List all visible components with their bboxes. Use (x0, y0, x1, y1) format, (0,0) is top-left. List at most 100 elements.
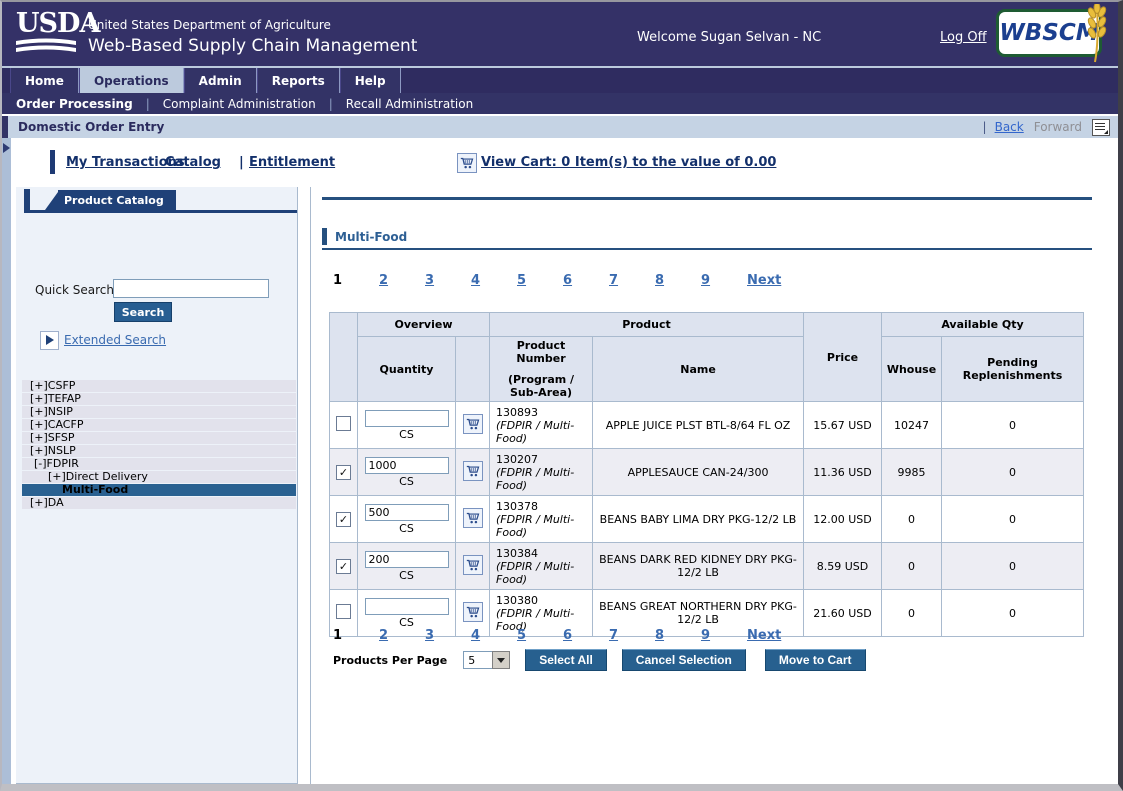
page-link-4[interactable]: 4 (471, 628, 481, 643)
product-price: 15.67 USD (804, 402, 882, 449)
product-program: (FDPIR / Multi-Food) (496, 513, 590, 539)
tree-item-tefap[interactable]: [+]TEFAP (22, 393, 296, 405)
page-link-2[interactable]: 2 (379, 628, 389, 643)
subnav-separator: | (146, 97, 150, 111)
tab-reports[interactable]: Reports (257, 68, 340, 93)
tab-operations[interactable]: Operations (79, 68, 184, 93)
add-to-cart-icon[interactable] (463, 414, 483, 434)
dropdown-arrow-icon[interactable] (492, 651, 510, 669)
panel-collapse-strip[interactable] (2, 138, 11, 784)
tree-item-multi-food[interactable]: Multi-Food (22, 484, 296, 496)
page-next-link[interactable]: Next (747, 628, 781, 643)
forward-link-disabled: Forward (1034, 120, 1082, 134)
page-title: Domestic Order Entry (18, 120, 164, 134)
product-price: 21.60 USD (804, 590, 882, 637)
select-column-header (330, 313, 358, 402)
unit-label: CS (360, 428, 453, 441)
search-button[interactable]: Search (114, 302, 172, 322)
quick-search-input[interactable] (113, 279, 269, 298)
select-all-button[interactable]: Select All (525, 649, 607, 671)
page-link-4[interactable]: 4 (471, 273, 481, 288)
catalog-tree: [+]CSFP[+]TEFAP[+]NSIP[+]CACFP[+]SFSP[+]… (22, 380, 296, 510)
subnav-complaint-administration[interactable]: Complaint Administration (163, 97, 316, 111)
whouse-qty: 0 (882, 590, 942, 637)
move-to-cart-button[interactable]: Move to Cart (765, 649, 866, 671)
product-table-body: CS 130893 (FDPIR / Multi-Food) APPLE JUICE … (330, 402, 1084, 637)
pending-replenishments: 0 (942, 402, 1084, 449)
catalog-header-accent (24, 189, 30, 210)
quantity-input[interactable] (365, 551, 449, 568)
page-link-6[interactable]: 6 (563, 273, 573, 288)
quantity-input[interactable] (365, 504, 449, 521)
row-checkbox-checked[interactable]: ✓ (336, 559, 351, 574)
row-checkbox[interactable] (336, 604, 351, 619)
tab-home[interactable]: Home (10, 68, 79, 93)
add-to-cart-icon[interactable] (463, 602, 483, 622)
tab-admin[interactable]: Admin (184, 68, 257, 93)
product-name: APPLE JUICE PLST BTL-8/64 FL OZ (593, 402, 804, 449)
unit-label: CS (360, 522, 453, 535)
quantity-input[interactable] (365, 457, 449, 474)
page-link-2[interactable]: 2 (379, 273, 389, 288)
collapse-arrow-icon[interactable] (3, 143, 10, 153)
cancel-selection-button[interactable]: Cancel Selection (622, 649, 746, 671)
page-link-7[interactable]: 7 (609, 628, 619, 643)
product-price: 11.36 USD (804, 449, 882, 496)
log-off-link[interactable]: Log Off (940, 30, 987, 45)
main-nav: Home Operations Admin Reports Help (2, 66, 1118, 93)
cart-column-header (456, 337, 490, 402)
overview-group-header: Overview (358, 313, 490, 337)
wbscm-logo: WBSCM (996, 9, 1102, 57)
tree-item-direct-delivery[interactable]: [+]Direct Delivery (22, 471, 296, 483)
tree-item-csfp[interactable]: [+]CSFP (22, 380, 296, 392)
toolbar-separator: | (239, 155, 244, 170)
products-per-page-select[interactable]: 5 (463, 651, 510, 669)
row-checkbox-checked[interactable]: ✓ (336, 465, 351, 480)
whouse-qty: 10247 (882, 402, 942, 449)
page-link-9[interactable]: 9 (701, 273, 711, 288)
row-checkbox-checked[interactable]: ✓ (336, 512, 351, 527)
row-checkbox[interactable] (336, 416, 351, 431)
add-to-cart-icon[interactable] (463, 508, 483, 528)
page-link-3[interactable]: 3 (425, 273, 435, 288)
section-rule (322, 248, 1092, 250)
page-link-6[interactable]: 6 (563, 628, 573, 643)
product-number: 130378 (496, 500, 590, 513)
add-to-cart-icon[interactable] (463, 461, 483, 481)
app-name: Web-Based Supply Chain Management (88, 36, 417, 56)
page-link-9[interactable]: 9 (701, 628, 711, 643)
page-link-8[interactable]: 8 (655, 628, 665, 643)
subnav-order-processing[interactable]: Order Processing (16, 97, 133, 111)
tree-item-nslp[interactable]: [+]NSLP (22, 445, 296, 457)
tree-item-da[interactable]: [+]DA (22, 497, 296, 509)
product-catalog-panel: Product Catalog Quick Search Search Exte… (16, 187, 298, 784)
subnav-recall-administration[interactable]: Recall Administration (346, 97, 473, 111)
back-link[interactable]: Back (995, 120, 1024, 134)
page-link-3[interactable]: 3 (425, 628, 435, 643)
extended-search-arrow-icon[interactable] (40, 331, 59, 350)
add-to-cart-icon[interactable] (463, 555, 483, 575)
catalog-link[interactable]: Catalog (165, 155, 221, 170)
tree-item-fdpir[interactable]: [-]FDPIR (22, 458, 296, 470)
app-header: USDA United States Department of Agricul… (2, 2, 1118, 66)
tab-help[interactable]: Help (340, 68, 401, 93)
quantity-input[interactable] (365, 410, 449, 427)
product-number: 130893 (496, 406, 590, 419)
toolbar-accent (50, 150, 55, 174)
tree-item-nsip[interactable]: [+]NSIP (22, 406, 296, 418)
tree-item-cacfp[interactable]: [+]CACFP (22, 419, 296, 431)
tree-item-sfsp[interactable]: [+]SFSP (22, 432, 296, 444)
quick-search-label: Quick Search (35, 283, 114, 297)
page-link-5[interactable]: 5 (517, 273, 527, 288)
unit-label: CS (360, 569, 453, 582)
product-price: 8.59 USD (804, 543, 882, 590)
pending-replenishments: 0 (942, 449, 1084, 496)
extended-search-link[interactable]: Extended Search (64, 333, 166, 347)
quantity-input[interactable] (365, 598, 449, 615)
page-link-5[interactable]: 5 (517, 628, 527, 643)
page-options-icon[interactable] (1092, 119, 1110, 136)
page-link-7[interactable]: 7 (609, 273, 619, 288)
page-next-link[interactable]: Next (747, 273, 781, 288)
breadcrumb-bar: Domestic Order Entry | Back Forward (2, 116, 1118, 138)
page-link-8[interactable]: 8 (655, 273, 665, 288)
